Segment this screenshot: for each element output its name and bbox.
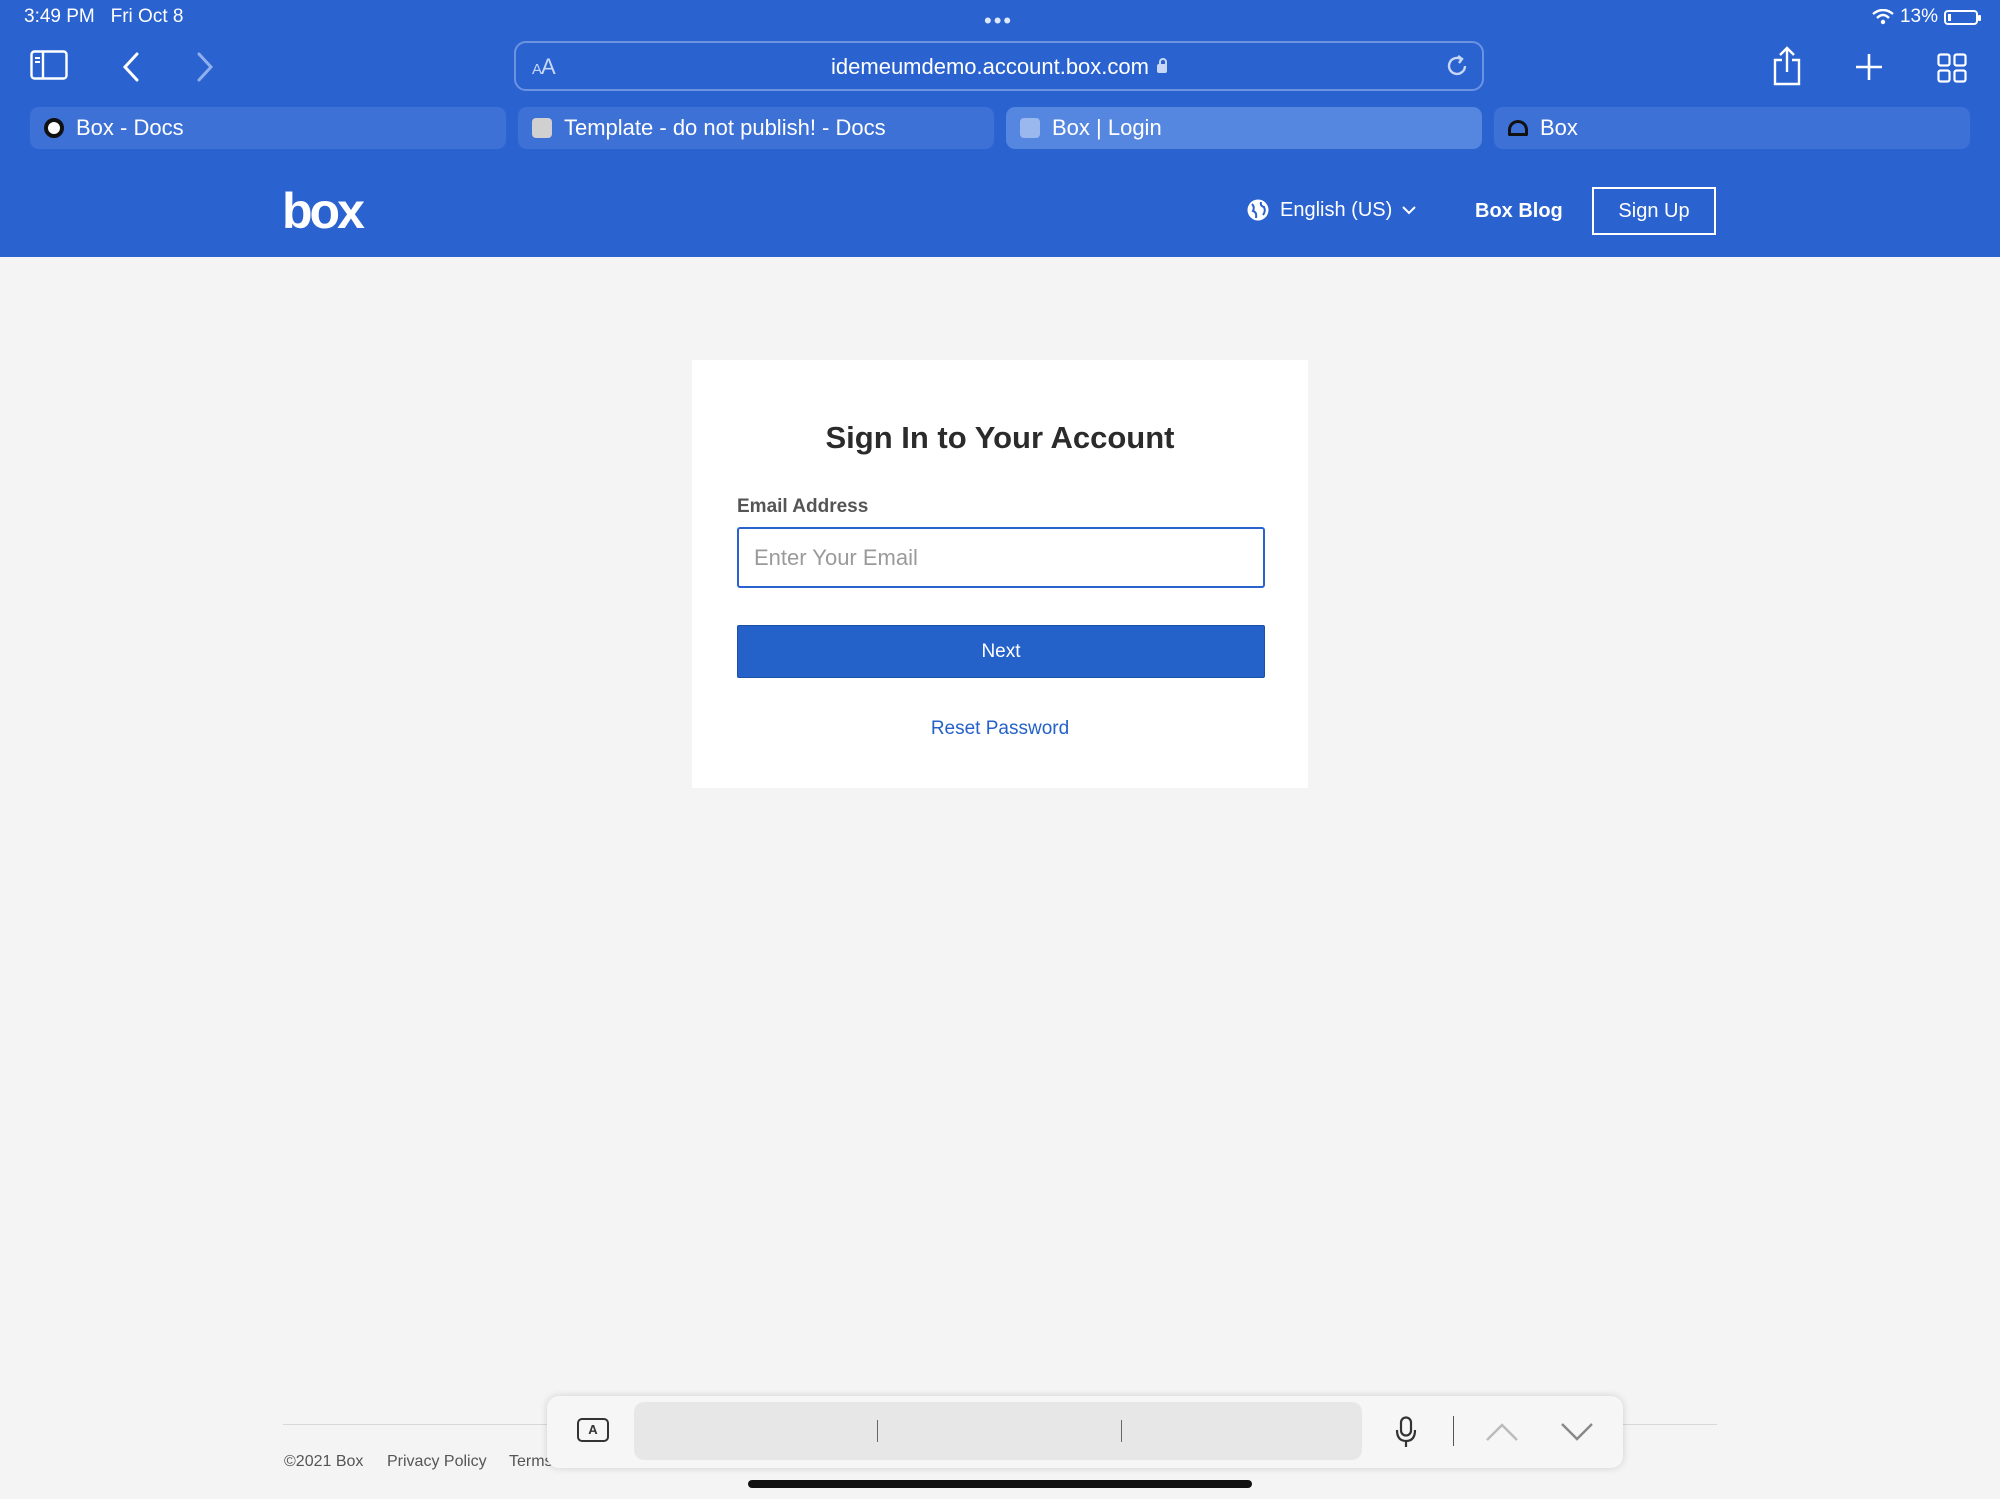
multitasking-dots-icon[interactable]: ••• [984,8,1013,34]
box-icon [1020,118,1040,138]
suggestion-divider [1121,1420,1122,1442]
tab-title: Template - do not publish! - Docs [564,115,886,140]
status-right: 13% [1872,6,1981,28]
forward-icon[interactable] [196,52,214,82]
reload-icon[interactable] [1444,53,1470,84]
status-clock: 3:49 PM [24,6,95,27]
tab-overview-icon[interactable] [1937,53,1967,83]
box-blog-link[interactable]: Box Blog [1475,200,1563,223]
chevron-down-icon[interactable] [1560,1422,1594,1442]
microphone-icon[interactable] [1395,1416,1417,1448]
footer-privacy-link[interactable]: Privacy Policy [387,1453,487,1471]
language-selector[interactable]: English (US) [1246,198,1416,222]
globe-icon [1247,199,1269,221]
share-icon[interactable] [1772,46,1802,86]
next-button[interactable]: Next [737,625,1265,678]
tab-box[interactable]: Box [1494,107,1970,149]
doc-icon [532,118,552,138]
keyboard-a-icon[interactable]: A [577,1418,609,1442]
box-logo[interactable]: box [282,186,365,236]
dome-icon [1508,120,1528,136]
predictive-text-bar[interactable] [634,1402,1362,1460]
status-time: 3:49 PM Fri Oct 8 [24,6,183,28]
login-card: Sign In to Your Account Email Address Ne… [692,360,1308,788]
back-icon[interactable] [122,52,140,82]
url-text[interactable]: idemeumdemo.account.box.com [516,54,1482,80]
page-title: Sign In to Your Account [825,420,1175,455]
lock-icon [1156,58,1167,73]
status-date: Fri Oct 8 [110,6,184,27]
tab-title: Box | Login [1052,115,1162,140]
circle-icon [44,118,64,138]
tab-box-docs[interactable]: Box - Docs [30,107,506,149]
battery-percent: 13% [1899,6,1938,27]
url-value: idemeumdemo.account.box.com [831,54,1149,79]
toolbar-divider [1453,1416,1454,1446]
email-field[interactable] [737,527,1265,588]
home-indicator[interactable] [748,1480,1252,1488]
suggestion-divider [877,1420,878,1442]
keyboard-shortcut-bar: A [547,1396,1623,1468]
reset-password-link[interactable]: Reset Password [692,718,1308,740]
email-label: Email Address [737,496,869,517]
chevron-down-icon [1402,206,1416,215]
tab-title: Box - Docs [76,115,184,140]
sign-up-button[interactable]: Sign Up [1592,187,1716,235]
battery-icon [1944,9,1981,25]
tab-template-docs[interactable]: Template - do not publish! - Docs [518,107,994,149]
footer-copyright: ©2021 Box [284,1453,364,1470]
new-tab-icon[interactable] [1855,53,1883,81]
tab-title: Box [1540,115,1578,140]
address-bar[interactable]: AA idemeumdemo.account.box.com [514,41,1484,91]
tab-box-login[interactable]: Box | Login [1006,107,1482,149]
browser-chrome: 3:49 PM Fri Oct 8 ••• 13% AA idemeumdemo… [0,0,2000,257]
language-label: English (US) [1280,198,1393,221]
chevron-up-icon[interactable] [1485,1422,1519,1442]
sidebar-toggle-icon[interactable] [30,50,68,80]
wifi-icon [1872,9,1894,25]
